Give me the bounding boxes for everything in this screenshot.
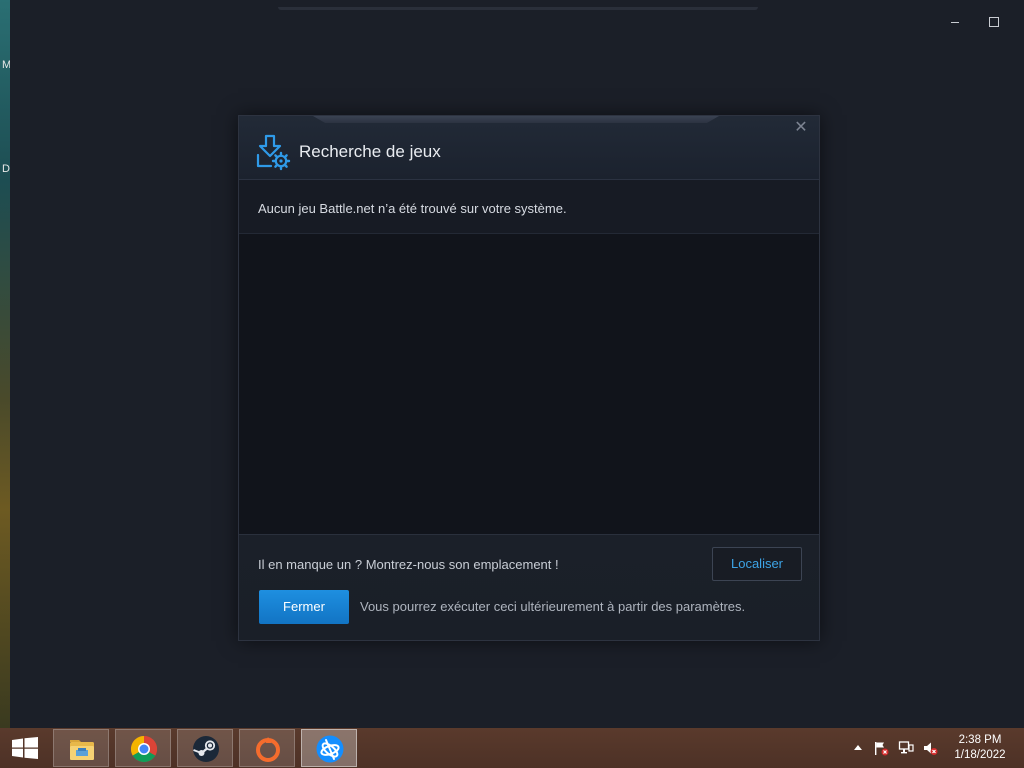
clock-date: 1/18/2022 — [954, 749, 1006, 761]
desktop-wallpaper: M D — [0, 0, 11, 728]
header-accent — [313, 116, 719, 123]
game-scan-dialog: Recherche de jeux ✕ Aucun jeu Battle.net… — [238, 115, 820, 641]
dialog-header: Recherche de jeux ✕ — [239, 116, 819, 180]
maximize-button[interactable] — [987, 15, 1001, 29]
action-center-flag-icon[interactable] — [873, 740, 889, 756]
taskbar-app-battlenet[interactable] — [301, 729, 357, 767]
window-top-notch — [278, 7, 758, 10]
start-button[interactable] — [0, 728, 50, 768]
close-button[interactable]: Fermer — [259, 590, 349, 624]
taskbar-app-chrome[interactable] — [115, 729, 171, 767]
volume-muted-icon[interactable] — [922, 740, 938, 756]
origin-icon — [256, 737, 280, 762]
taskbar-app-steam[interactable] — [177, 729, 233, 767]
clock-time: 2:38 PM — [958, 734, 1002, 746]
system-clock[interactable]: 2:38 PM 1/18/2022 — [948, 733, 1012, 763]
close-icon[interactable]: ✕ — [794, 120, 808, 136]
taskbar-app-origin[interactable] — [239, 729, 295, 767]
game-results-list — [239, 234, 819, 534]
windows-logo-icon — [12, 737, 38, 759]
minimize-button[interactable] — [948, 15, 962, 29]
no-games-message: Aucun jeu Battle.net n’a été trouvé sur … — [258, 201, 567, 216]
taskbar-app-explorer[interactable] — [53, 729, 109, 767]
settings-hint: Vous pourrez exécuter ceci ultérieuremen… — [360, 599, 746, 614]
battlenet-icon — [316, 735, 344, 763]
desktop-icon-label-fragment: D — [2, 163, 10, 175]
scan-result-row: Aucun jeu Battle.net n’a été trouvé sur … — [239, 180, 819, 234]
missing-game-prompt: Il en manque un ? Montrez-nous son empla… — [258, 557, 559, 572]
dialog-title: Recherche de jeux — [299, 142, 441, 161]
network-icon[interactable] — [898, 740, 914, 756]
steam-icon — [193, 736, 219, 762]
locate-button[interactable]: Localiser — [712, 547, 802, 581]
chrome-icon — [130, 735, 158, 763]
taskbar: 2:38 PM 1/18/2022 — [0, 728, 1024, 768]
game-scan-icon — [256, 134, 291, 171]
dialog-footer: Il en manque un ? Montrez-nous son empla… — [239, 534, 819, 640]
show-hidden-icons-chevron-icon[interactable] — [850, 740, 866, 756]
folder-icon — [70, 740, 94, 760]
